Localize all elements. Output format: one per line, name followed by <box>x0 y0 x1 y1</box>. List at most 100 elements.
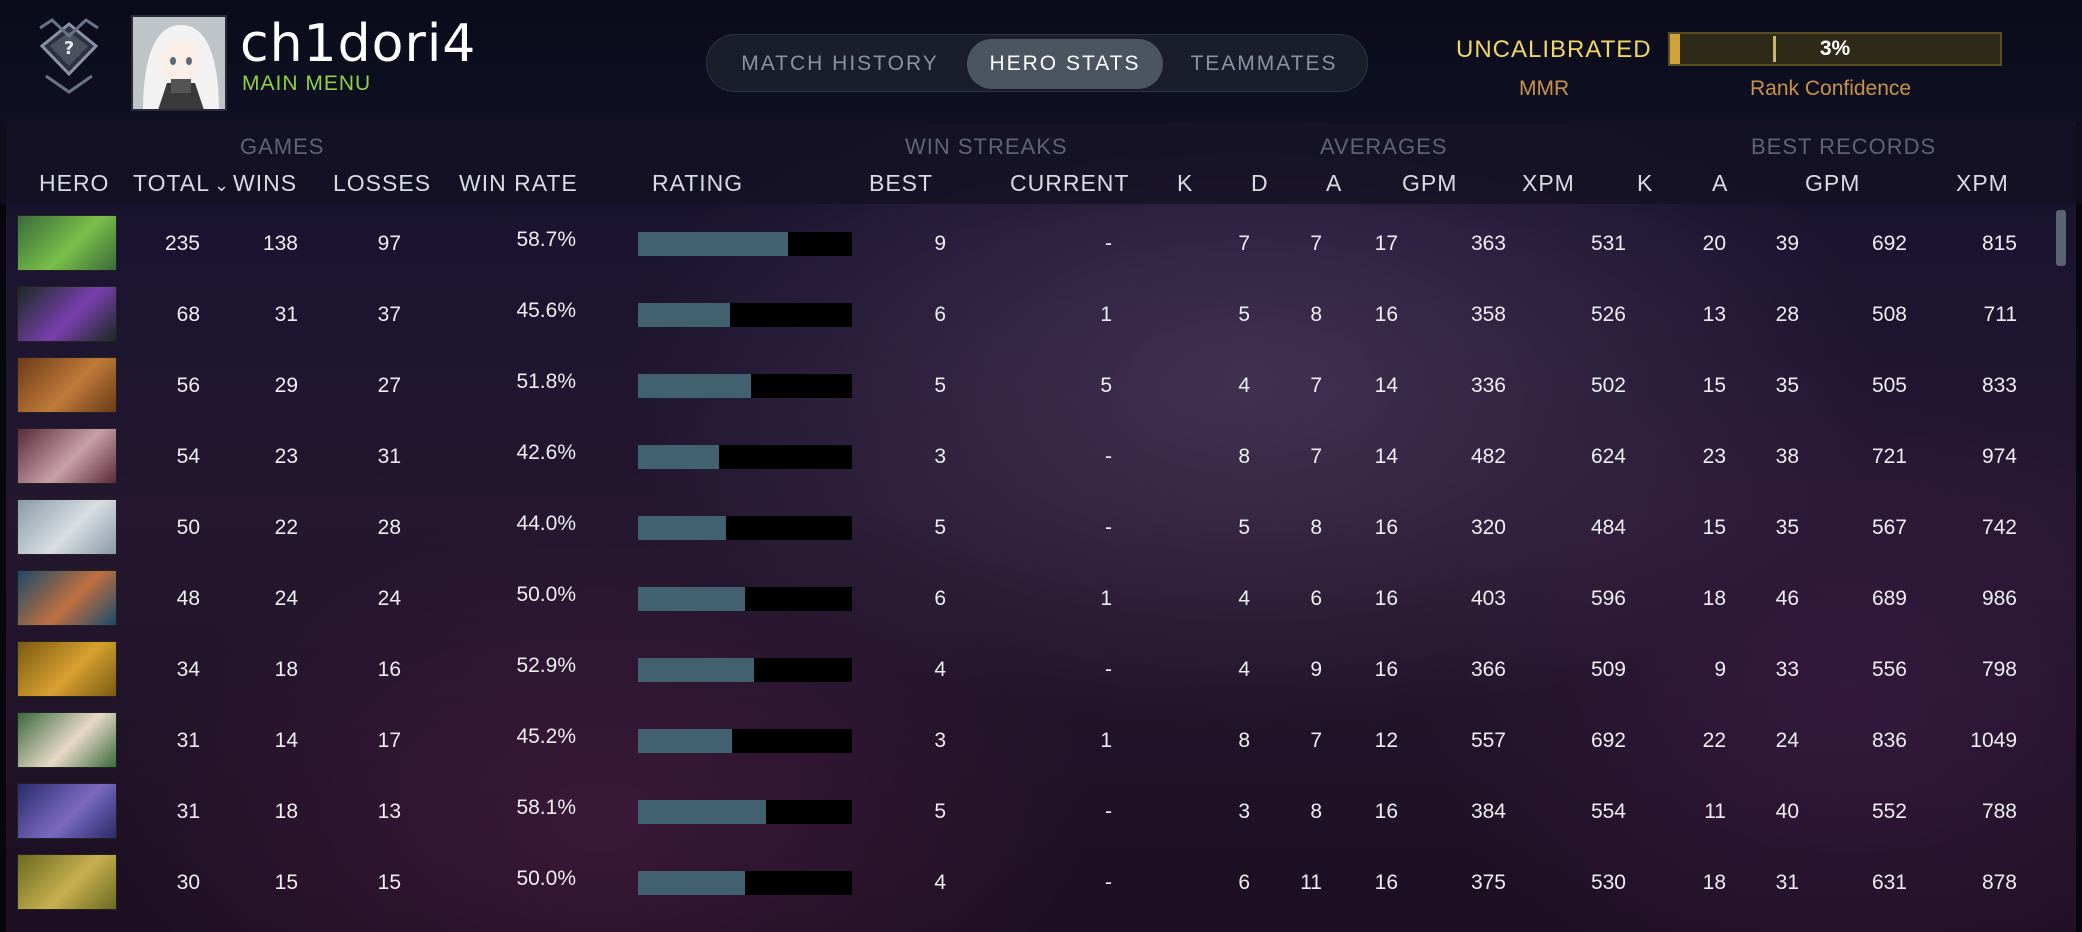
cell-streak-current: 5 <box>1100 374 1112 397</box>
col-best-xpm[interactable]: XPM <box>1956 170 2009 197</box>
cell-losses: 13 <box>377 800 401 823</box>
rating-bar <box>638 871 852 895</box>
col-rating[interactable]: RATING <box>652 170 743 197</box>
cell-avg-a: 16 <box>1374 658 1398 681</box>
col-avg-a[interactable]: A <box>1326 170 1342 197</box>
cell-avg-gpm: 482 <box>1470 445 1506 468</box>
cell-best-xpm: 788 <box>1981 800 2017 823</box>
table-row[interactable]: 48 24 24 50.0% 6 1 4 6 16 403 596 18 46 689 986 <box>0 563 2060 634</box>
cell-best-xpm: 711 <box>1983 303 2017 326</box>
rating-bar-fill <box>638 800 767 824</box>
avatar[interactable] <box>131 15 227 111</box>
cell-best-gpm: 505 <box>1871 374 1907 397</box>
cell-win-rate: 42.6% <box>516 441 576 464</box>
cell-win-rate: 50.0% <box>516 583 576 606</box>
cell-win-rate: 58.7% <box>516 228 576 251</box>
sort-desc-icon: ⌄ <box>214 175 231 195</box>
cell-losses: 31 <box>377 445 401 468</box>
col-hero[interactable]: HERO <box>39 170 109 197</box>
cell-best-gpm: 692 <box>1871 232 1907 255</box>
cell-best-a: 46 <box>1775 587 1799 610</box>
cell-wins: 138 <box>262 232 298 255</box>
cell-losses: 37 <box>377 303 401 326</box>
rating-bar <box>638 303 852 327</box>
cell-best-xpm: 742 <box>1981 516 2017 539</box>
col-streak-current[interactable]: CURRENT <box>1010 170 1129 197</box>
cell-best-xpm: 798 <box>1981 658 2017 681</box>
tab-teammates[interactable]: TEAMMATES <box>1167 39 1361 89</box>
table-row[interactable]: 30 15 15 50.0% 4-6 11 16 375 530 18 31 631 878 <box>0 847 2060 918</box>
cell-win-rate: 45.2% <box>516 725 576 748</box>
cell-avg-gpm: 336 <box>1470 374 1506 397</box>
cell-streak-current: - <box>1105 658 1112 681</box>
col-streak-best[interactable]: BEST <box>869 170 933 197</box>
col-total[interactable]: TOTAL ⌄ <box>133 170 230 197</box>
col-avg-gpm[interactable]: GPM <box>1402 170 1457 197</box>
tab-match-history[interactable]: MATCH HISTORY <box>715 39 965 89</box>
rating-bar-fill <box>638 374 752 398</box>
cell-win-rate: 51.8% <box>516 370 576 393</box>
cell-wins: 18 <box>274 658 298 681</box>
rating-bar <box>638 516 852 540</box>
rank-confidence-value: 3% <box>1819 37 1851 60</box>
rating-bar <box>638 800 852 824</box>
col-best-gpm[interactable]: GPM <box>1805 170 1860 197</box>
cell-best-xpm: 974 <box>1981 445 2017 468</box>
rank-status: UNCALIBRATED <box>1456 36 1652 63</box>
table-row[interactable]: 34 18 16 52.9% 4-4 9 16 366 509 9 33 556 798 <box>0 634 2060 705</box>
table-row[interactable]: 50 22 28 44.0% 5-5 8 16 320 484 15 35 567 742 <box>0 492 2060 563</box>
rating-bar <box>638 374 852 398</box>
cell-avg-a: 12 <box>1374 729 1398 752</box>
cell-wins: 18 <box>274 800 298 823</box>
col-total-label: TOTAL <box>133 170 210 196</box>
col-best-a[interactable]: A <box>1712 170 1728 197</box>
cell-wins: 15 <box>274 871 298 894</box>
cell-best-a: 28 <box>1775 303 1799 326</box>
cell-win-rate: 44.0% <box>516 512 576 535</box>
cell-best-a: 40 <box>1775 800 1799 823</box>
cell-win-rate: 45.6% <box>516 299 576 322</box>
cell-losses: 16 <box>377 658 401 681</box>
table-row[interactable]: 54 23 31 42.6% 3-8 7 14 482 624 23 38 721 974 <box>0 421 2060 492</box>
cell-best-xpm: 986 <box>1981 587 2017 610</box>
cell-best-a: 35 <box>1775 516 1799 539</box>
tab-hero-stats[interactable]: HERO STATS <box>967 39 1163 89</box>
rating-bar <box>638 587 852 611</box>
col-best-k[interactable]: K <box>1637 170 1653 197</box>
rating-bar <box>638 729 852 753</box>
cell-avg-a: 16 <box>1374 871 1398 894</box>
scrollbar[interactable] <box>2056 210 2066 266</box>
table-row[interactable]: 68 31 37 45.6% 6 1 5 8 16 358 526 13 28 508 711 <box>0 279 2060 350</box>
group-averages: AVERAGES <box>1320 134 1448 159</box>
col-win-rate[interactable]: WIN RATE <box>459 170 578 197</box>
table-row[interactable]: 31 14 17 45.2% 3 1 8 7 12 557 692 22 24 836 1049 <box>0 705 2060 776</box>
rank-emblem-icon[interactable]: ? <box>36 18 102 98</box>
cell-wins: 29 <box>274 374 298 397</box>
col-losses[interactable]: LOSSES <box>333 170 431 197</box>
cell-best-gpm: 508 <box>1871 303 1907 326</box>
table-row[interactable]: 56 29 27 51.8% 5 5 4 7 14 336 502 15 35 505 833 <box>0 350 2060 421</box>
cell-streak-current: - <box>1105 445 1112 468</box>
cell-win-rate: 50.0% <box>516 867 576 890</box>
col-wins[interactable]: WINS <box>233 170 297 197</box>
table-row[interactable]: 31 18 13 58.1% 5-3 8 16 384 554 11 40 552 788 <box>0 776 2060 847</box>
col-avg-xpm[interactable]: XPM <box>1522 170 1575 197</box>
table-row[interactable]: 235 138 97 58.7% 9-7 7 17 363 531 20 39 692 815 <box>0 208 2060 279</box>
rating-bar <box>638 232 852 256</box>
col-avg-k[interactable]: K <box>1177 170 1193 197</box>
cell-streak-current: - <box>1105 516 1112 539</box>
player-name: ch1dori4 <box>240 14 477 74</box>
stats-tabs: MATCH HISTORY HERO STATS TEAMMATES <box>706 34 1368 92</box>
cell-losses: 97 <box>377 232 401 255</box>
cell-streak-current: 1 <box>1100 729 1112 752</box>
cell-wins: 22 <box>274 516 298 539</box>
col-avg-d[interactable]: D <box>1251 170 1269 197</box>
rating-bar-fill <box>638 303 731 327</box>
svg-text:?: ? <box>64 38 74 59</box>
main-menu-link[interactable]: MAIN MENU <box>242 72 371 96</box>
cell-avg-gpm: 358 <box>1470 303 1506 326</box>
cell-losses: 17 <box>377 729 401 752</box>
cell-avg-gpm: 403 <box>1470 587 1506 610</box>
cell-best-a: 38 <box>1775 445 1799 468</box>
cell-avg-a: 16 <box>1374 587 1398 610</box>
